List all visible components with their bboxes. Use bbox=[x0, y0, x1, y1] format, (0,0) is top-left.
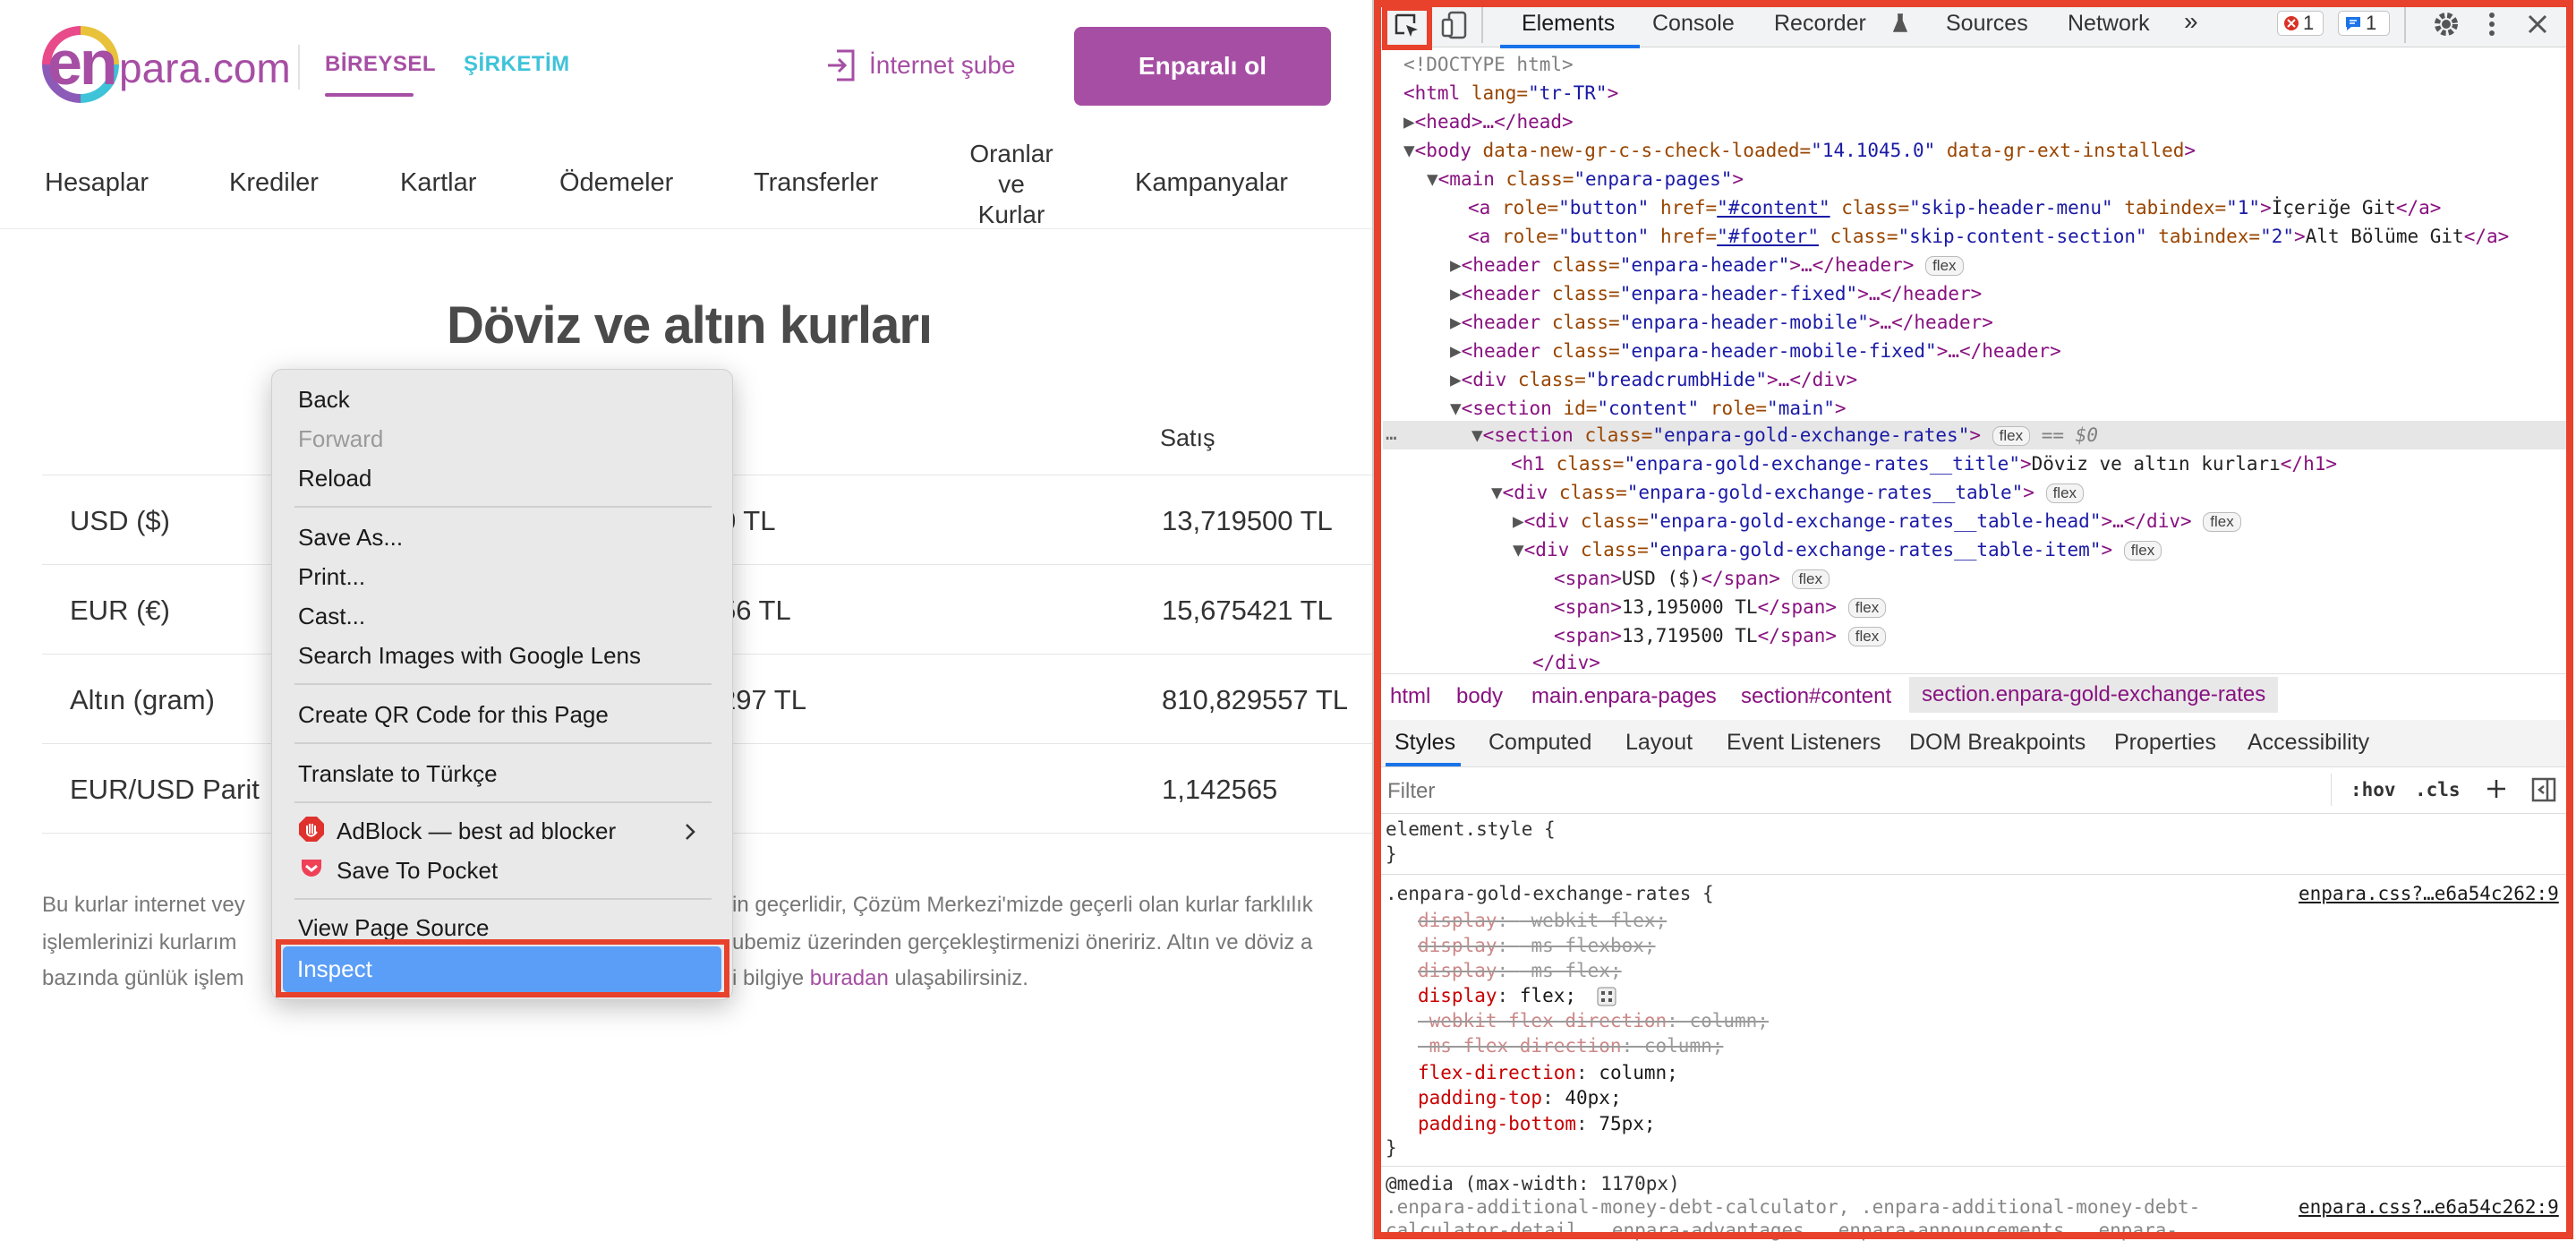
footnote-line: ubemiz üzerinden gerçekleştirmenizi öner… bbox=[732, 924, 1372, 962]
nav-loans[interactable]: Krediler bbox=[229, 168, 319, 198]
page-title: Döviz ve altın kurları bbox=[446, 296, 933, 355]
rate-sell-eurusd: 1,142565 bbox=[1162, 774, 1278, 805]
segment-personal[interactable]: BİREYSEL bbox=[325, 52, 436, 77]
become-customer-button[interactable]: Enparalı ol bbox=[1074, 27, 1331, 106]
header-divider bbox=[298, 45, 300, 90]
nav-cards[interactable]: Kartlar bbox=[400, 168, 476, 198]
menu-item-qr-code[interactable]: Create QR Code for this Page bbox=[298, 701, 609, 729]
menu-item-cast[interactable]: Cast... bbox=[298, 603, 365, 630]
segment-business[interactable]: ŞİRKETİM bbox=[464, 52, 570, 77]
nav-payments[interactable]: Ödemeler bbox=[559, 168, 673, 198]
footnote-line: i bilgiye buradan ulaşabilirsiniz. bbox=[732, 960, 1372, 997]
menu-item-view-source[interactable]: View Page Source bbox=[298, 914, 489, 942]
footnote-text: ubemiz üzerinden gerçekleştirmenizi öner… bbox=[732, 930, 1313, 954]
logo-domain-text: para.com bbox=[119, 45, 291, 91]
menu-item-forward[interactable]: Forward bbox=[298, 425, 383, 453]
menu-item-translate[interactable]: Translate to Türkçe bbox=[298, 760, 498, 788]
footnote-link[interactable]: buradan bbox=[810, 966, 889, 990]
footnote-text: işlemlerinizi kurlarım bbox=[42, 930, 237, 954]
menu-item-google-lens[interactable]: Search Images with Google Lens bbox=[298, 642, 641, 670]
rate-name-eurusd: EUR/USD Parit bbox=[70, 774, 260, 805]
inspect-highlight-box bbox=[276, 939, 729, 997]
footnote-text: bazında günlük işlem bbox=[42, 966, 244, 990]
menu-item-back[interactable]: Back bbox=[298, 386, 350, 414]
rate-name-gold: Altın (gram) bbox=[70, 684, 215, 715]
nav-transfers[interactable]: Transferler bbox=[754, 168, 878, 198]
devtools-highlight-box bbox=[1374, 0, 2573, 1239]
logo-en-text: en bbox=[47, 28, 118, 98]
element-picker-highlight-box bbox=[1382, 5, 1432, 50]
footnote-text: in geçerlidir, Çözüm Merkezi'mizde geçer… bbox=[732, 893, 1313, 917]
menu-item-save-to-pocket[interactable]: Save To Pocket bbox=[337, 857, 498, 885]
rate-sell-usd: 13,719500 TL bbox=[1162, 505, 1333, 536]
footnote-text: ulaşabilirsiniz. bbox=[894, 966, 1028, 990]
nav-separator bbox=[0, 228, 1372, 229]
internet-branch-link[interactable]: İnternet şube bbox=[826, 48, 1015, 82]
footnote-text: i bilgiye bbox=[732, 966, 805, 990]
submenu-chevron-icon bbox=[686, 824, 695, 840]
menu-item-save-as[interactable]: Save As... bbox=[298, 524, 403, 552]
menu-separator bbox=[294, 801, 712, 803]
menu-item-adblock[interactable]: AdBlock — best ad blocker bbox=[337, 817, 616, 845]
nav-rates-line3: Kurlar bbox=[977, 201, 1045, 228]
menu-item-reload[interactable]: Reload bbox=[298, 465, 371, 492]
nav-rates-line1: Oranlar bbox=[969, 140, 1053, 167]
menu-separator bbox=[294, 898, 712, 900]
nav-rates[interactable]: Oranlar ve Kurlar bbox=[958, 139, 1065, 230]
nav-accounts[interactable]: Hesaplar bbox=[45, 168, 149, 198]
adblock-icon bbox=[299, 817, 324, 842]
segment-active-underline bbox=[325, 93, 414, 97]
menu-separator bbox=[294, 506, 712, 508]
footnote-line: in geçerlidir, Çözüm Merkezi'mizde geçer… bbox=[732, 886, 1372, 924]
nav-rates-line2: ve bbox=[998, 170, 1025, 198]
rate-name-usd: USD ($) bbox=[70, 505, 170, 536]
rate-buy-gold: 297 TL bbox=[721, 684, 806, 715]
sell-column-header: Satış bbox=[1160, 424, 1215, 451]
login-icon bbox=[828, 49, 855, 81]
footnote-text: Bu kurlar internet vey bbox=[42, 893, 245, 917]
rate-sell-eur: 15,675421 TL bbox=[1162, 595, 1333, 626]
rate-sell-gold: 810,829557 TL bbox=[1162, 684, 1349, 715]
nav-campaigns[interactable]: Kampanyalar bbox=[1135, 168, 1288, 198]
pocket-icon bbox=[302, 860, 321, 877]
enpara-logo[interactable]: en para.com bbox=[42, 24, 291, 105]
internet-branch-label: İnternet şube bbox=[869, 51, 1016, 79]
menu-item-print[interactable]: Print... bbox=[298, 563, 365, 591]
rate-name-eur: EUR (€) bbox=[70, 595, 170, 626]
menu-separator bbox=[294, 683, 712, 685]
context-menu: Back Forward Reload Save As... Print... … bbox=[271, 369, 733, 1000]
menu-separator bbox=[294, 742, 712, 744]
